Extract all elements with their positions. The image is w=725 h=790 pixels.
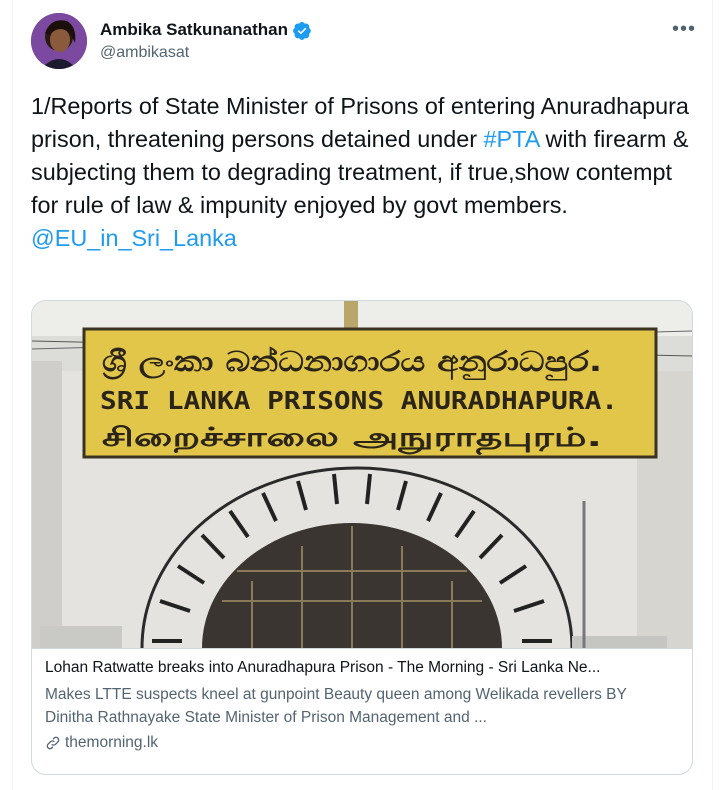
author-handle[interactable]: @ambikasat <box>100 44 312 62</box>
link-preview-card[interactable]: ශ්‍රී ලංකා බන්ධනාගාරය අනුරාධපුර. SRI LAN… <box>31 300 693 775</box>
avatar-image <box>31 13 87 69</box>
card-meta: Lohan Ratwatte breaks into Anuradhapura … <box>32 648 692 752</box>
sign-text-english: SRI LANKA PRISONS ANURADHAPURA. <box>100 386 618 415</box>
card-image: ශ්‍රී ලංකා බන්ධනාගාරය අනුරාධපුර. SRI LAN… <box>32 301 692 648</box>
tweet-text: 1/Reports of State Minister of Prisons o… <box>31 90 691 255</box>
sign-text-sinhala: ශ්‍රී ලංකා බන්ධනාගාරය අනුරාධපුර. <box>102 345 602 381</box>
author-block: Ambika Satkunanathan @ambikasat <box>100 20 312 62</box>
card-domain[interactable]: themorning.lk <box>65 734 158 752</box>
author-name[interactable]: Ambika Satkunanathan <box>100 20 288 40</box>
tweet-page: Ambika Satkunanathan @ambikasat ••• 1/Re… <box>0 0 725 790</box>
card-title[interactable]: Lohan Ratwatte breaks into Anuradhapura … <box>45 659 679 677</box>
name-row: Ambika Satkunanathan <box>100 20 312 40</box>
hashtag-link[interactable]: #PTA <box>484 126 539 152</box>
card-domain-row: themorning.lk <box>45 734 679 752</box>
avatar[interactable] <box>31 13 87 69</box>
link-icon <box>46 736 60 750</box>
more-icon[interactable]: ••• <box>672 18 696 41</box>
mention-link[interactable]: @EU_in_Sri_Lanka <box>31 225 237 251</box>
sign-text-tamil: சிறைச்சாலை அநுராதபுரம். <box>102 423 602 455</box>
verified-badge-icon <box>293 21 311 40</box>
card-description: Makes LTTE suspects kneel at gunpoint Be… <box>45 686 627 726</box>
